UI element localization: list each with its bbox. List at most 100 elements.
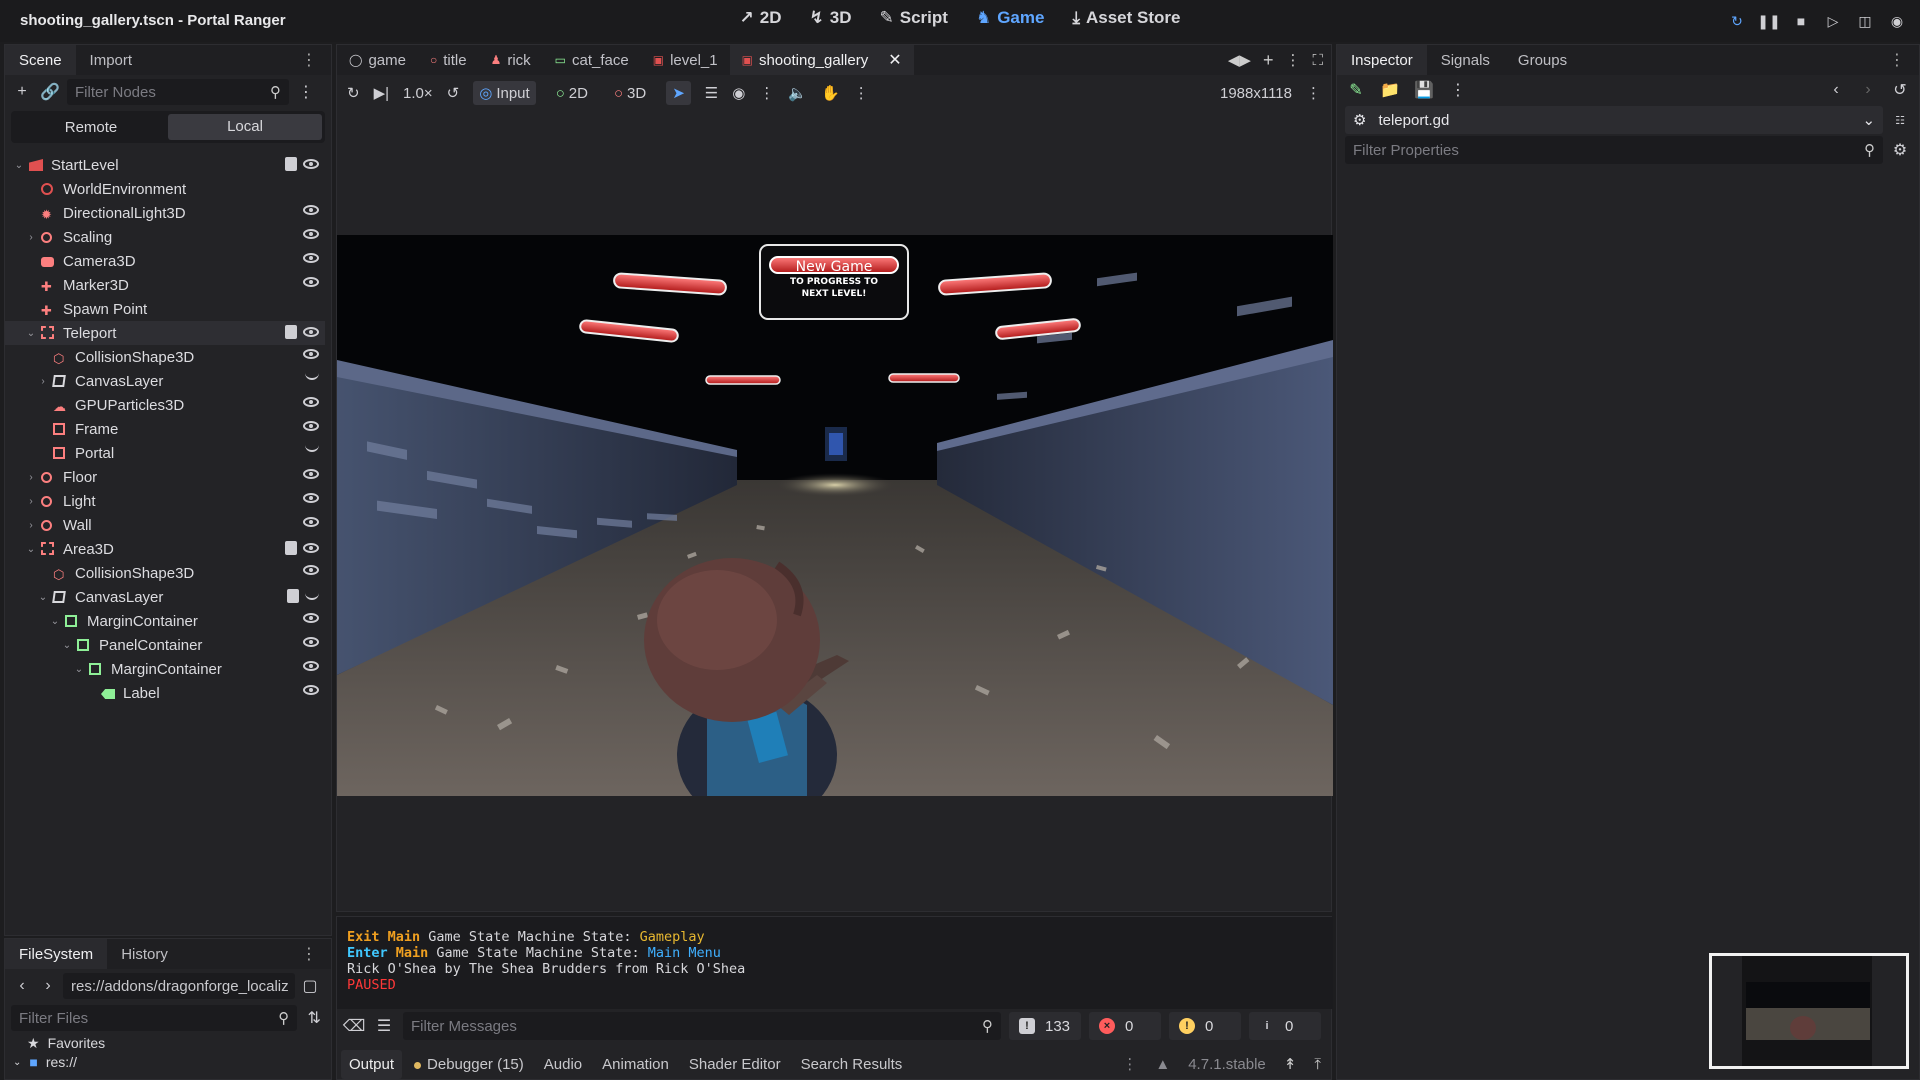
- list-select-icon[interactable]: ☰: [705, 84, 718, 102]
- tree-node-teleport[interactable]: ⌄ Teleport: [5, 321, 325, 345]
- warnings-filter[interactable]: ! 0: [1169, 1012, 1241, 1040]
- visibility-eye-icon[interactable]: [303, 277, 319, 287]
- audio-icon[interactable]: 🔈: [788, 84, 807, 102]
- local-button[interactable]: Local: [168, 114, 322, 140]
- tree-node-wall[interactable]: › Wall: [5, 513, 325, 537]
- info-filter[interactable]: i 0: [1249, 1012, 1321, 1040]
- visibility-eye-icon[interactable]: [303, 205, 319, 215]
- script-icon[interactable]: [287, 589, 299, 603]
- visibility-eye-icon[interactable]: [303, 229, 319, 239]
- tree-node-portal[interactable]: Portal: [5, 441, 325, 465]
- stop-icon[interactable]: ■: [1792, 12, 1810, 30]
- bottom-tab-output[interactable]: Output: [341, 1049, 403, 1079]
- tab-signals[interactable]: Signals: [1427, 45, 1504, 75]
- new-resource-icon[interactable]: ✎: [1345, 79, 1367, 101]
- mode-asset-store-button[interactable]: ⤓ Asset Store: [1072, 8, 1180, 28]
- chevron-down-icon[interactable]: ⌄: [73, 664, 85, 675]
- next-frame-icon[interactable]: ▶|: [374, 84, 389, 102]
- eye-icon[interactable]: ◉: [732, 84, 745, 102]
- select-mode-button[interactable]: ➤: [666, 81, 691, 105]
- history-forward-icon[interactable]: ›: [1857, 79, 1879, 101]
- visibility-eye-icon[interactable]: [303, 565, 319, 575]
- tree-node-panelcontainer[interactable]: ⌄ PanelContainer: [5, 633, 325, 657]
- script-icon[interactable]: [285, 157, 297, 171]
- resource-menu-icon[interactable]: ⋮: [1447, 79, 1469, 101]
- pin-icon[interactable]: ⤒: [1314, 1056, 1321, 1073]
- visibility-eye-icon[interactable]: [303, 543, 319, 553]
- distraction-free-icon[interactable]: ⛶: [1312, 52, 1323, 69]
- tab-history[interactable]: History: [107, 939, 182, 969]
- pause-icon[interactable]: ❚❚: [1757, 12, 1780, 30]
- scene-tab-cat_face[interactable]: ▭ cat_face: [543, 45, 641, 75]
- back-icon[interactable]: ‹: [11, 975, 33, 997]
- tab-inspector[interactable]: Inspector: [1337, 45, 1427, 75]
- tab-import[interactable]: Import: [76, 45, 147, 75]
- visibility-eye-icon[interactable]: [303, 517, 319, 527]
- visibility-eye-icon[interactable]: [303, 397, 319, 407]
- messages-filter[interactable]: ! 133: [1009, 1012, 1081, 1040]
- add-node-icon[interactable]: +: [11, 81, 33, 103]
- scene-tab-level_1[interactable]: ▣ level_1: [641, 45, 730, 75]
- time-scale[interactable]: 1.0×: [403, 85, 433, 102]
- scene-options-icon[interactable]: ⋮: [295, 81, 317, 103]
- output-log[interactable]: Exit Main Game State Machine State: Game…: [337, 917, 1333, 1009]
- 2d-toggle[interactable]: ○ 2D: [550, 82, 594, 105]
- docs-icon[interactable]: ☷: [1889, 109, 1911, 131]
- chevron-down-icon[interactable]: ⌄: [37, 592, 49, 603]
- scene-tab-rick[interactable]: ♟ rick: [479, 45, 543, 75]
- history-back-icon[interactable]: ‹: [1825, 79, 1847, 101]
- sort-icon[interactable]: ⇅: [303, 1007, 325, 1029]
- split-view-icon[interactable]: ▢: [299, 975, 321, 997]
- visibility-eye-icon[interactable]: [303, 613, 319, 623]
- path-field[interactable]: res://addons/dragonforge_localiz: [63, 973, 295, 999]
- reset-time-scale-icon[interactable]: ↺: [447, 84, 460, 102]
- tree-node-spawn point[interactable]: ✚ Spawn Point: [5, 297, 325, 321]
- visibility-eye-icon[interactable]: [303, 493, 319, 503]
- bottom-tab-debugger[interactable]: Debugger (15): [406, 1050, 532, 1079]
- tab-groups[interactable]: Groups: [1504, 45, 1581, 75]
- tree-node-directionallight3d[interactable]: ✹ DirectionalLight3D: [5, 201, 325, 225]
- tab-scene[interactable]: Scene: [5, 45, 76, 75]
- camera-override-icon[interactable]: ✋: [821, 84, 840, 102]
- tree-node-collisionshape3d[interactable]: ⬡ CollisionShape3D: [5, 561, 325, 585]
- visibility-eye-icon[interactable]: [303, 661, 319, 671]
- play-custom-scene-icon[interactable]: ◫: [1856, 12, 1874, 30]
- visibility-eye-icon[interactable]: [303, 253, 319, 263]
- chevron-down-icon[interactable]: ⌄: [61, 640, 73, 651]
- add-scene-tab-icon[interactable]: +: [1263, 50, 1274, 71]
- filter-properties-field[interactable]: Filter Properties ⚲: [1345, 136, 1884, 164]
- visibility-hidden-icon[interactable]: [305, 593, 319, 600]
- tab-filesystem[interactable]: FileSystem: [5, 939, 108, 969]
- property-options-icon[interactable]: ⚙: [1889, 139, 1911, 161]
- visibility-eye-icon[interactable]: [303, 637, 319, 647]
- bottom-tab-audio[interactable]: Audio: [536, 1050, 590, 1079]
- visibility-eye-icon[interactable]: [303, 349, 319, 359]
- bottom-tab-shader-editor[interactable]: Shader Editor: [681, 1050, 789, 1079]
- tree-node-area3d[interactable]: ⌄ Area3D: [5, 537, 325, 561]
- scene-history-icon[interactable]: ◀▶: [1228, 51, 1251, 69]
- scene-tab-title[interactable]: ○ title: [418, 45, 479, 75]
- tree-node-margincontainer[interactable]: ⌄ MarginContainer: [5, 657, 325, 681]
- recent-history-icon[interactable]: ↺: [1889, 79, 1911, 101]
- inspector-menu-icon[interactable]: ⋮: [1875, 45, 1919, 75]
- filter-nodes-field[interactable]: Filter Nodes ⚲: [67, 79, 289, 105]
- filter-messages-field[interactable]: Filter Messages ⚲: [403, 1012, 1001, 1040]
- tree-node-canvaslayer[interactable]: › CanvasLayer: [5, 369, 325, 393]
- game-view-menu-icon[interactable]: ⋮: [1306, 84, 1321, 102]
- chevron-down-icon[interactable]: ⌄: [49, 616, 61, 627]
- chevron-down-icon[interactable]: ⌄: [25, 328, 37, 339]
- tree-node-frame[interactable]: Frame: [5, 417, 325, 441]
- scene-tab-game[interactable]: ◯ game: [337, 45, 418, 75]
- tree-node-worldenvironment[interactable]: WorldEnvironment: [5, 177, 325, 201]
- tree-node-label[interactable]: Label: [5, 681, 325, 705]
- mode-script-button[interactable]: ✎ Script: [880, 8, 948, 28]
- favorites-item[interactable]: ★ Favorites: [5, 1033, 331, 1053]
- tree-node-startlevel[interactable]: ⌄ StartLevel: [5, 153, 325, 177]
- tree-node-camera3d[interactable]: Camera3D: [5, 249, 325, 273]
- script-icon[interactable]: [285, 541, 297, 555]
- chevron-right-icon[interactable]: ›: [25, 232, 37, 243]
- filesystem-menu-icon[interactable]: ⋮: [287, 939, 331, 969]
- forward-icon[interactable]: ›: [37, 975, 59, 997]
- chevron-right-icon[interactable]: ›: [25, 520, 37, 531]
- tree-node-gpuparticles3d[interactable]: ☁ GPUParticles3D: [5, 393, 325, 417]
